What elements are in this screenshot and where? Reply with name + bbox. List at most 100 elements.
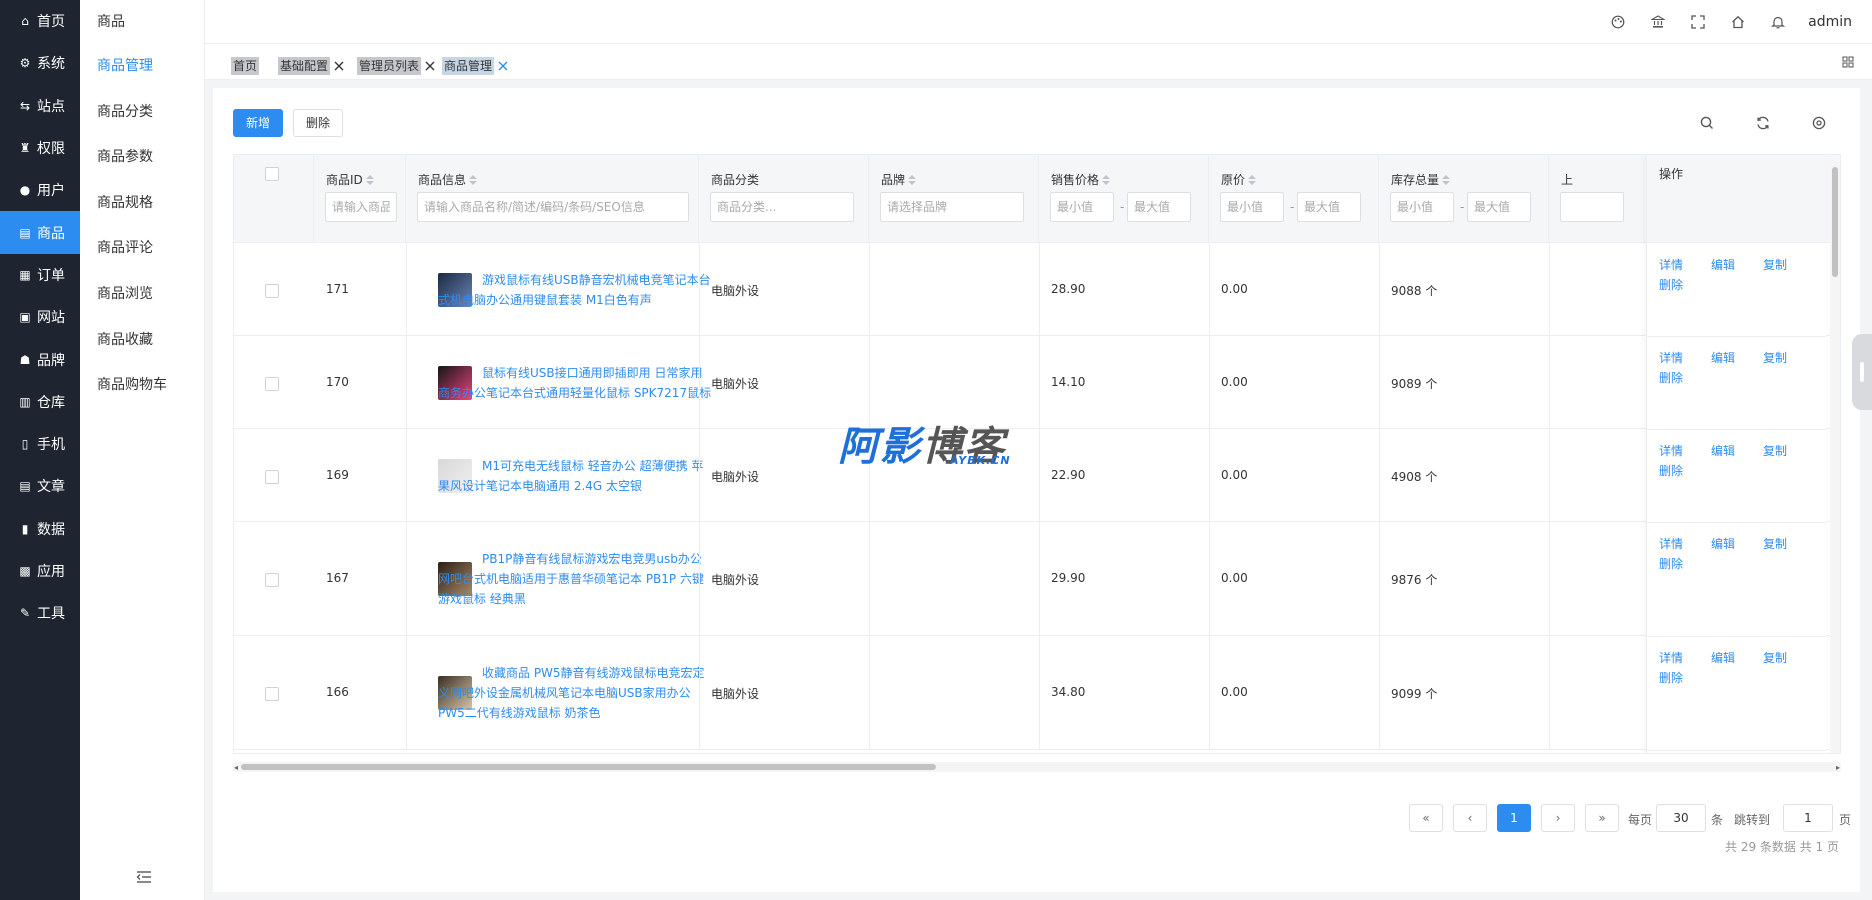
main-nav-item-2[interactable]: ⇆ 站点	[0, 85, 80, 127]
filter-category-select[interactable]	[710, 192, 854, 222]
main-nav-item-12[interactable]: ▮ 数据	[0, 508, 80, 550]
filter-price-max[interactable]	[1127, 192, 1191, 222]
home-icon[interactable]	[1718, 0, 1758, 44]
sub-nav-item-4[interactable]: 商品评论	[80, 226, 204, 272]
refresh-icon[interactable]	[1755, 115, 1771, 131]
tabs-menu-icon[interactable]	[1842, 56, 1854, 68]
tab-2[interactable]: 管理员列表	[357, 56, 436, 76]
collapse-menu-icon[interactable]	[135, 868, 153, 886]
main-nav-item-1[interactable]: ⚙ 系统	[0, 42, 80, 84]
edit-link[interactable]: 编辑	[1711, 535, 1735, 552]
product-title-link[interactable]: 收藏商品 PW5静音有线游戏鼠标电竞宏定义网吧外设金属机械风笔记本电脑USB家用…	[438, 663, 712, 723]
next-page-button[interactable]: ›	[1541, 804, 1575, 832]
edit-link[interactable]: 编辑	[1711, 649, 1735, 666]
delete-link[interactable]: 删除	[1659, 369, 1683, 386]
detail-link[interactable]: 详情	[1659, 442, 1683, 459]
product-title-link[interactable]: 鼠标有线USB接口通用即插即用 日常家用商务办公笔记本台式通用轻量化鼠标 SPK…	[438, 363, 712, 403]
vertical-scrollbar[interactable]	[1830, 163, 1840, 753]
row-checkbox[interactable]	[265, 284, 279, 298]
scroll-left-icon[interactable]: ◂	[234, 763, 238, 772]
edit-link[interactable]: 编辑	[1711, 256, 1735, 273]
select-all-checkbox[interactable]	[265, 167, 279, 181]
delete-link[interactable]: 删除	[1659, 669, 1683, 686]
per-page-input[interactable]	[1656, 804, 1706, 832]
scroll-right-icon[interactable]: ▸	[1836, 763, 1840, 772]
row-checkbox[interactable]	[265, 687, 279, 701]
main-nav-item-14[interactable]: ✎ 工具	[0, 592, 80, 634]
sort-icon[interactable]	[1248, 174, 1257, 186]
sub-nav-item-5[interactable]: 商品浏览	[80, 272, 204, 318]
bell-icon[interactable]	[1758, 0, 1798, 44]
product-title-link[interactable]: PB1P静音有线鼠标游戏宏电竞男usb办公网吧台式机电脑适用于惠普华硕笔记本 P…	[438, 549, 712, 609]
sub-nav-item-3[interactable]: 商品规格	[80, 181, 204, 227]
page-1-button[interactable]: 1	[1497, 804, 1531, 832]
bank-icon[interactable]	[1638, 0, 1678, 44]
filter-original-price-max[interactable]	[1297, 192, 1361, 222]
delete-link[interactable]: 删除	[1659, 555, 1683, 572]
delete-link[interactable]: 删除	[1659, 462, 1683, 479]
first-page-button[interactable]: «	[1409, 804, 1443, 832]
tab-3[interactable]: 商品管理	[442, 56, 509, 76]
main-nav-item-11[interactable]: ▤ 文章	[0, 465, 80, 507]
floating-handle[interactable]	[1852, 334, 1872, 410]
sub-nav-item-2[interactable]: 商品参数	[80, 135, 204, 181]
add-button[interactable]: 新增	[233, 109, 284, 137]
close-icon[interactable]	[424, 60, 436, 72]
main-nav-item-10[interactable]: ▯ 手机	[0, 423, 80, 465]
prev-page-button[interactable]: ‹	[1453, 804, 1487, 832]
sub-nav-item-0[interactable]: 商品管理	[80, 44, 204, 90]
filter-stock-min[interactable]	[1390, 192, 1454, 222]
detail-link[interactable]: 详情	[1659, 649, 1683, 666]
filter-next-input[interactable]	[1560, 192, 1624, 222]
settings-icon[interactable]	[1811, 115, 1827, 131]
copy-link[interactable]: 复制	[1763, 442, 1787, 459]
filter-original-price-min[interactable]	[1220, 192, 1284, 222]
main-nav-item-8[interactable]: ☗ 品牌	[0, 338, 80, 380]
palette-icon[interactable]	[1598, 0, 1638, 44]
row-checkbox[interactable]	[265, 573, 279, 587]
product-title-link[interactable]: M1可充电无线鼠标 轻音办公 超薄便携 苹果风设计笔记本电脑通用 2.4G 太空…	[438, 456, 712, 496]
copy-link[interactable]: 复制	[1763, 535, 1787, 552]
close-icon[interactable]	[497, 60, 509, 72]
detail-link[interactable]: 详情	[1659, 256, 1683, 273]
tab-1[interactable]: 基础配置	[278, 56, 345, 76]
user-menu[interactable]: admin	[1808, 14, 1852, 30]
sub-nav-item-7[interactable]: 商品购物车	[80, 363, 204, 409]
main-nav-item-4[interactable]: ● 用户	[0, 169, 80, 211]
row-checkbox[interactable]	[265, 377, 279, 391]
filter-info-input[interactable]	[417, 192, 689, 222]
edit-link[interactable]: 编辑	[1711, 349, 1735, 366]
main-nav-item-6[interactable]: ▦ 订单	[0, 254, 80, 296]
filter-brand-select[interactable]	[880, 192, 1024, 222]
main-nav-item-5[interactable]: ▤ 商品	[0, 211, 80, 254]
copy-link[interactable]: 复制	[1763, 349, 1787, 366]
main-nav-item-3[interactable]: ♜ 权限	[0, 127, 80, 169]
main-nav-item-7[interactable]: ▣ 网站	[0, 296, 80, 338]
main-nav-item-13[interactable]: ▩ 应用	[0, 550, 80, 592]
sort-icon[interactable]	[469, 174, 478, 186]
sub-nav-item-1[interactable]: 商品分类	[80, 90, 204, 136]
jump-page-input[interactable]	[1783, 804, 1833, 832]
horizontal-scrollbar[interactable]: ◂ ▸	[233, 762, 1841, 772]
sort-icon[interactable]	[365, 174, 374, 186]
sort-icon[interactable]	[908, 174, 917, 186]
product-title-link[interactable]: 游戏鼠标有线USB静音宏机械电竞笔记本台式机电脑办公通用键鼠套装 M1白色有声	[438, 270, 712, 310]
search-icon[interactable]	[1699, 115, 1715, 131]
edit-link[interactable]: 编辑	[1711, 442, 1735, 459]
delete-link[interactable]: 删除	[1659, 276, 1683, 293]
detail-link[interactable]: 详情	[1659, 349, 1683, 366]
detail-link[interactable]: 详情	[1659, 535, 1683, 552]
close-icon[interactable]	[333, 60, 345, 72]
filter-id-input[interactable]	[325, 192, 397, 222]
sort-icon[interactable]	[1442, 174, 1451, 186]
filter-price-min[interactable]	[1050, 192, 1114, 222]
main-nav-item-0[interactable]: ⌂ 首页	[0, 0, 80, 42]
sort-icon[interactable]	[1102, 174, 1111, 186]
delete-button[interactable]: 删除	[293, 109, 344, 137]
tab-0[interactable]: 首页	[231, 56, 260, 76]
copy-link[interactable]: 复制	[1763, 256, 1787, 273]
last-page-button[interactable]: »	[1585, 804, 1619, 832]
main-nav-item-9[interactable]: ▥ 仓库	[0, 381, 80, 423]
filter-stock-max[interactable]	[1467, 192, 1531, 222]
copy-link[interactable]: 复制	[1763, 649, 1787, 666]
